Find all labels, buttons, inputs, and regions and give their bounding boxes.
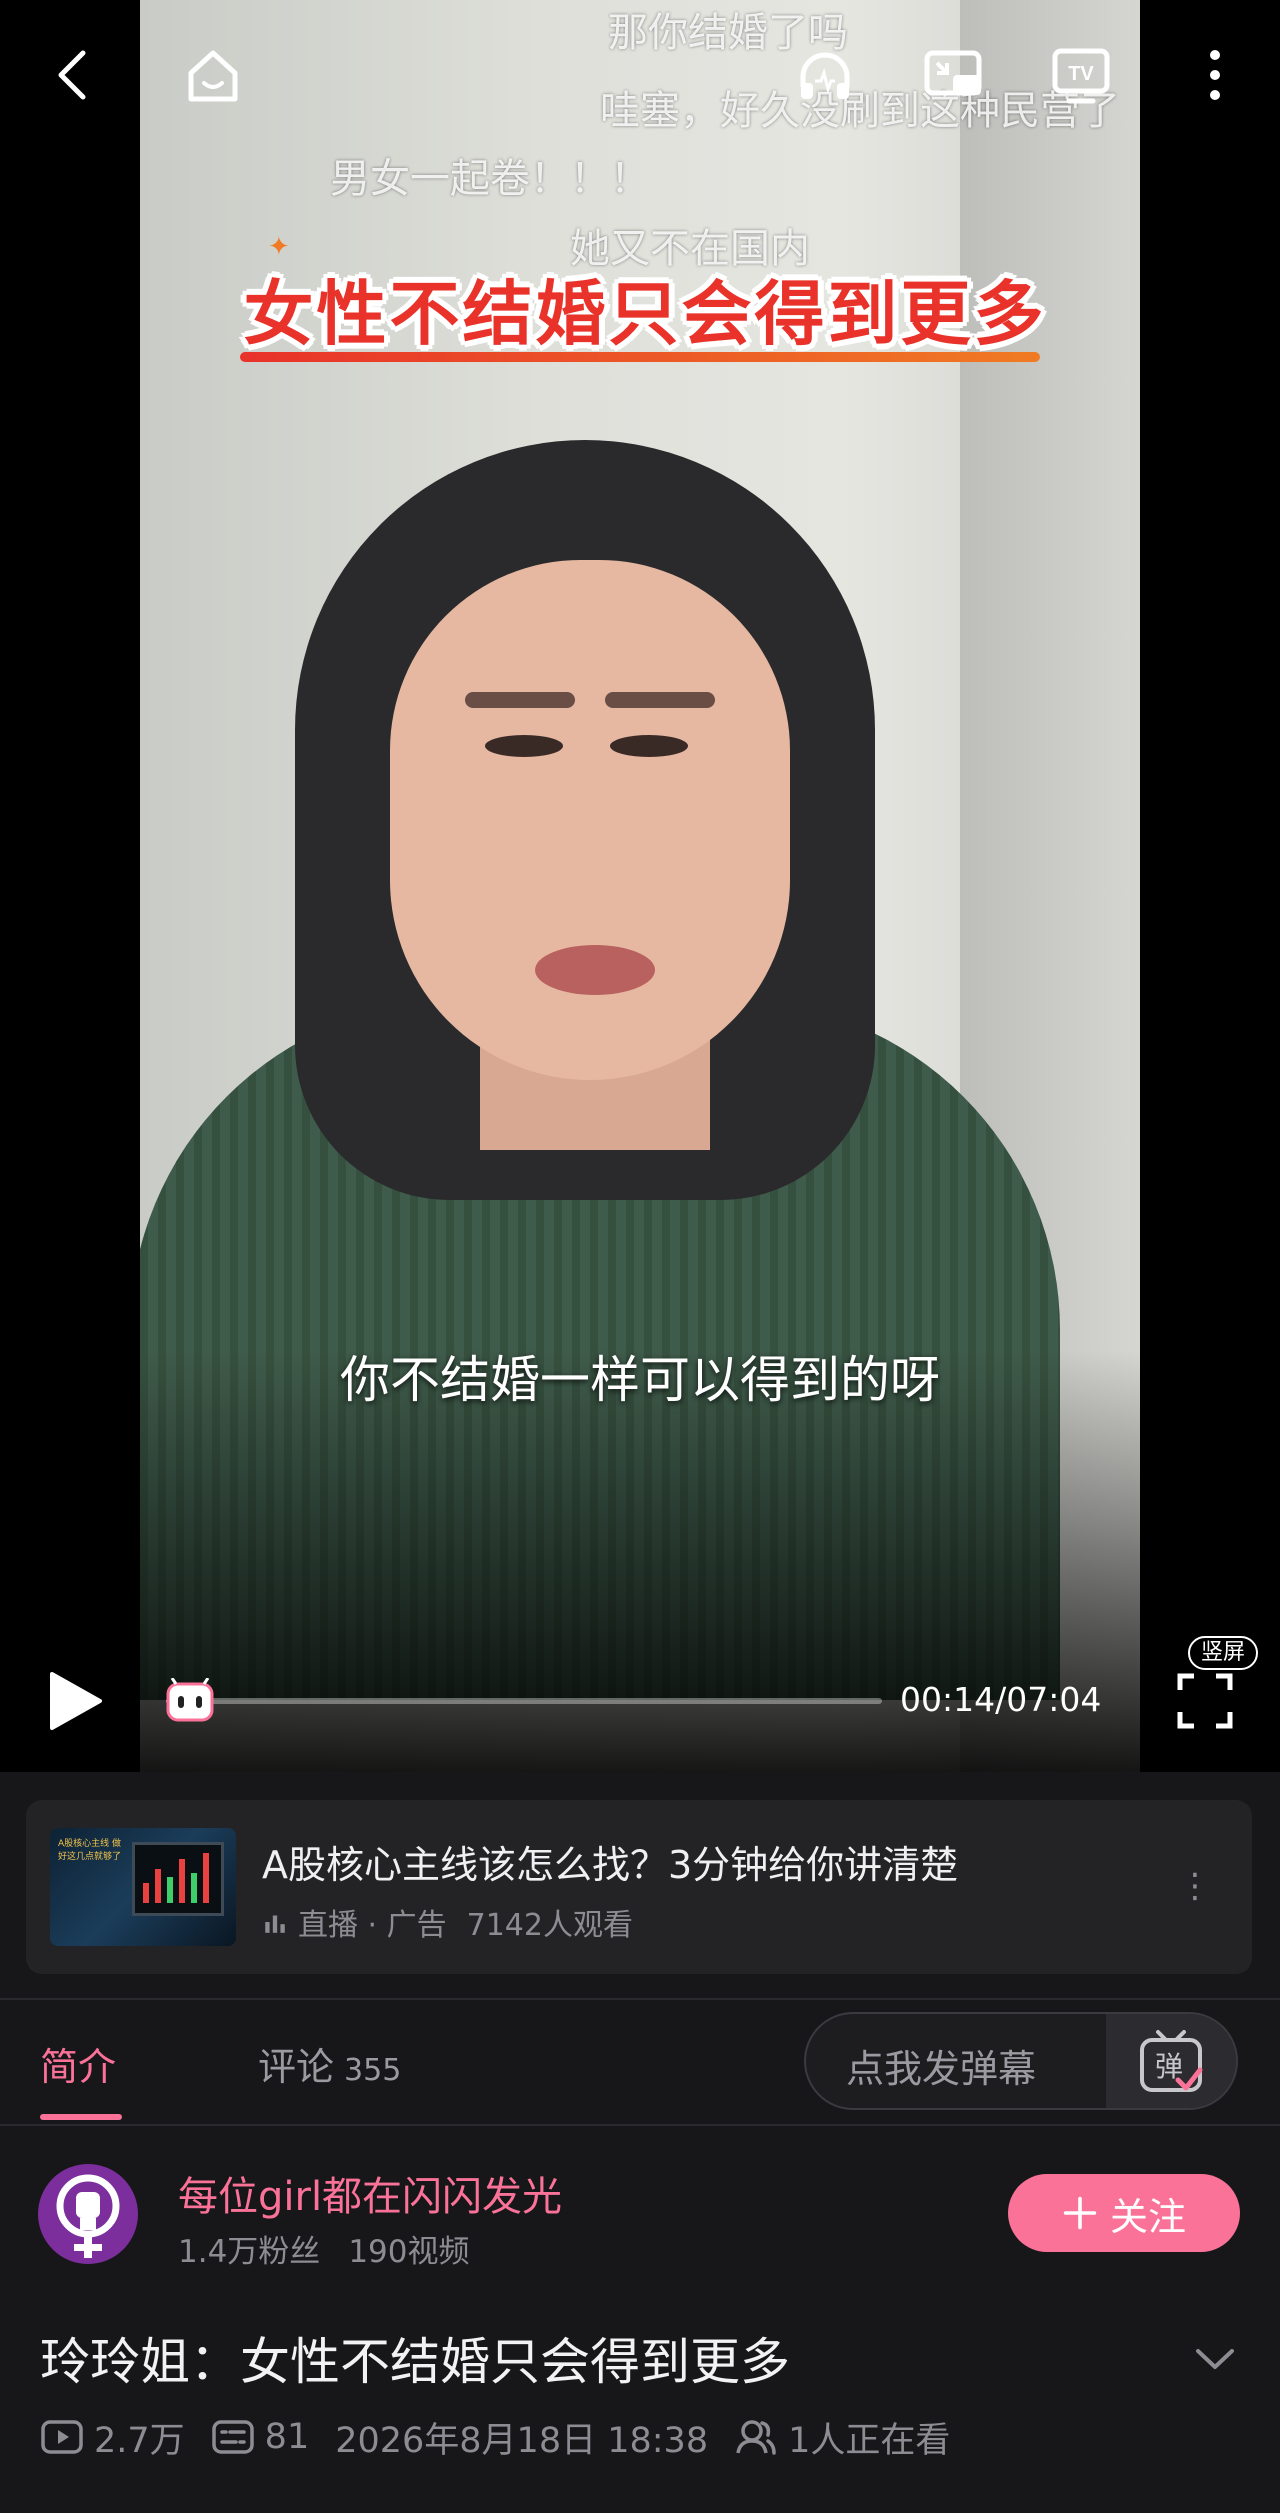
tab-intro[interactable]: 简介 <box>40 2036 116 2091</box>
follow-button[interactable]: 关注 <box>1008 2174 1240 2252</box>
danmaku-input[interactable]: 点我发弹幕 <box>846 2038 1036 2093</box>
uploader-stats: 1.4万粉丝 190视频 <box>178 2226 469 2271</box>
views-icon <box>41 2420 83 2454</box>
player-top-bar: TV <box>0 40 1280 130</box>
play-button[interactable] <box>38 1666 108 1736</box>
video-stats: 2.7万 81 2026年8月18日 18:38 1人正在看 <box>40 2414 976 2461</box>
chevron-down-icon <box>1196 2349 1234 2369</box>
headphones-icon <box>800 52 850 99</box>
home-icon <box>188 50 238 102</box>
progress-bar[interactable] <box>166 1698 882 1704</box>
uploader-fans: 1.4万粉丝 <box>178 2234 321 2270</box>
more-vertical-icon <box>1210 50 1220 100</box>
back-button[interactable] <box>40 40 110 110</box>
publish-date: 2026年8月18日 18:38 <box>335 2420 709 2461</box>
uploader-name[interactable]: 每位girl都在闪闪发光 <box>178 2164 562 2222</box>
video-subtitle: 你不结婚一样可以得到的呀 <box>340 1351 940 1409</box>
ad-title[interactable]: A股核心主线该怎么找？3分钟给你讲清楚 <box>262 1834 958 1889</box>
home-button[interactable] <box>178 40 248 110</box>
tv-cast-icon: TV <box>1052 48 1110 104</box>
danmaku-count: 81 <box>264 2417 310 2457</box>
active-tab-indicator <box>40 2114 122 2120</box>
expand-description-button[interactable] <box>1190 2334 1240 2384</box>
danmaku-tv-icon: 弹 <box>1140 2030 1203 2092</box>
vertical-mode-badge[interactable]: 竖屏 <box>1188 1636 1258 1670</box>
tab-comments-label: 评论 <box>258 2045 335 2089</box>
more-options-button[interactable] <box>1180 40 1250 110</box>
playback-time: 00:14/07:04 <box>900 1680 1102 1719</box>
video-title: 玲玲姐：女性不结婚只会得到更多 <box>40 2333 790 2391</box>
watching-now: 1人正在看 <box>788 2420 951 2461</box>
ad-meta: 直播 · 广告 7142人观看 <box>262 1900 633 1944</box>
danmaku-comment: 她又不在国内 <box>570 226 810 272</box>
listen-button[interactable] <box>790 40 860 110</box>
danmaku-comment: 男女一起卷！！！ <box>330 156 650 202</box>
play-icon <box>50 1672 102 1730</box>
watching-icon <box>736 2420 776 2455</box>
follow-label: 关注 <box>1109 2194 1186 2239</box>
uploader-videos: 190视频 <box>348 2234 470 2270</box>
live-bars-icon <box>265 1915 285 1933</box>
picture-in-picture-button[interactable] <box>918 40 988 110</box>
cast-tv-button[interactable]: TV <box>1046 40 1116 110</box>
fullscreen-icon <box>1177 1673 1233 1729</box>
feminist-fist-icon <box>56 2174 120 2258</box>
ad-card[interactable]: A股核心主线 做好这几点就够了 A股核心主线该怎么找？3分钟给你讲清楚 直播 ·… <box>26 1800 1252 1974</box>
comments-count: 355 <box>344 2053 402 2088</box>
back-arrow-icon <box>58 50 86 100</box>
plus-icon <box>1063 2196 1097 2230</box>
ad-viewers: 7142人观看 <box>466 1908 633 1943</box>
view-count: 2.7万 <box>94 2420 185 2461</box>
video-player[interactable]: ✦ 女性不结婚只会得到更多 你不结婚一样可以得到的呀 那你结婚了吗 哇塞，好久没… <box>0 0 1280 1772</box>
tab-comments[interactable]: 评论 355 <box>258 2036 401 2091</box>
svg-text:TV: TV <box>1068 63 1094 85</box>
ad-thumbnail: A股核心主线 做好这几点就够了 <box>50 1828 236 1946</box>
progress-knob-icon[interactable] <box>162 1677 218 1724</box>
danmaku-input-box[interactable]: 点我发弹幕 弹 <box>804 2012 1238 2110</box>
ad-label: 直播 · 广告 <box>298 1908 447 1943</box>
banner-underline <box>240 352 1040 362</box>
danmaku-count-icon <box>211 2420 254 2454</box>
avatar[interactable] <box>38 2164 138 2264</box>
pip-icon <box>924 50 982 96</box>
danmaku-toggle-button[interactable]: 弹 <box>1106 2014 1236 2108</box>
fullscreen-button[interactable] <box>1176 1672 1234 1730</box>
ad-more-icon[interactable]: ⋮ <box>1178 1866 1212 1906</box>
